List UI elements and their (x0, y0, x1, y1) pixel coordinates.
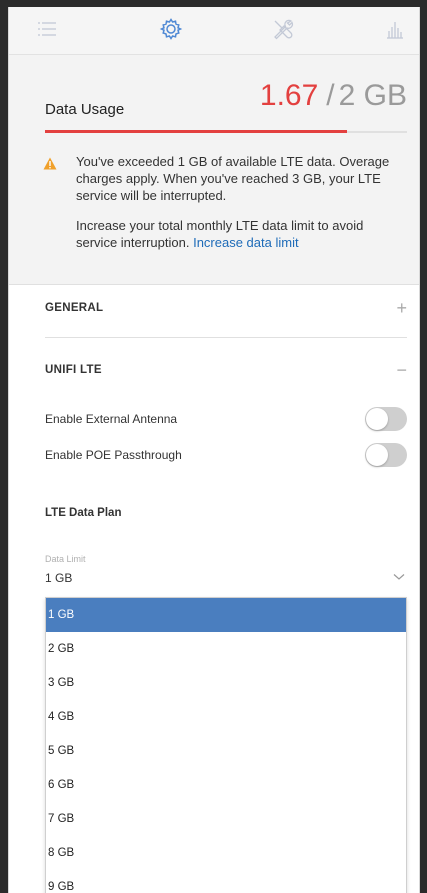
data-usage-bar (45, 130, 407, 133)
warning-icon (43, 157, 57, 170)
poe-passthrough-switch[interactable] (365, 443, 407, 467)
tools-icon (274, 19, 294, 40)
stats-icon (387, 22, 403, 39)
lte-data-plan-title: LTE Data Plan (45, 507, 122, 519)
chevron-down-icon[interactable] (393, 573, 405, 581)
panel-tabs (9, 7, 419, 55)
data-usage-card: Data Usage 1.67/2 GB You've exceeded 1 G… (9, 55, 419, 285)
data-usage-amount: 1.67/2 GB (260, 79, 407, 113)
tab-list[interactable] (31, 13, 63, 45)
tab-statistics[interactable] (379, 13, 411, 45)
data-usage-title: Data Usage (45, 101, 125, 118)
overage-warning-text: You've exceeded 1 GB of available LTE da… (76, 154, 390, 203)
dropdown-option[interactable]: 9 GB (46, 870, 406, 893)
dropdown-option[interactable]: 5 GB (46, 734, 406, 768)
data-limit-select[interactable]: 1 GB (45, 571, 72, 585)
tab-settings[interactable] (155, 13, 187, 45)
increase-data-limit-link[interactable]: Increase data limit (193, 235, 299, 250)
dropdown-option[interactable]: 3 GB (46, 666, 406, 700)
section-divider (45, 337, 407, 338)
poe-passthrough-label: Enable POE Passthrough (45, 448, 182, 462)
properties-panel: Data Usage 1.67/2 GB You've exceeded 1 G… (8, 7, 420, 893)
data-limit-dropdown: 1 GB 2 GB 3 GB 4 GB 5 GB 6 GB 7 GB 8 GB 9 GB (45, 597, 407, 893)
window-right-edge (420, 7, 427, 893)
dropdown-option[interactable]: 4 GB (46, 700, 406, 734)
setting-poe-passthrough: Enable POE Passthrough (45, 441, 407, 469)
expand-general-toggle[interactable]: + (387, 298, 407, 319)
gear-icon (159, 18, 183, 40)
switch-knob (366, 444, 388, 466)
external-antenna-label: Enable External Antenna (45, 412, 178, 426)
data-usage-separator: / (326, 79, 335, 112)
data-limit-label: Data Limit (45, 554, 86, 564)
dropdown-option[interactable]: 7 GB (46, 802, 406, 836)
external-antenna-switch[interactable] (365, 407, 407, 431)
section-general[interactable]: GENERAL + (45, 293, 407, 323)
dropdown-option[interactable]: 2 GB (46, 632, 406, 666)
switch-knob (366, 408, 388, 430)
tab-tools[interactable] (267, 13, 299, 45)
section-unifi-lte[interactable]: UNIFI LTE − (45, 355, 407, 385)
section-unifi-lte-label: UNIFI LTE (45, 364, 102, 376)
dropdown-option[interactable]: 1 GB (46, 598, 406, 632)
setting-external-antenna: Enable External Antenna (45, 405, 407, 433)
dropdown-option[interactable]: 8 GB (46, 836, 406, 870)
data-used-value: 1.67 (259, 79, 319, 112)
window-top-edge (0, 0, 427, 7)
data-usage-bar-fill (45, 130, 348, 133)
section-general-label: GENERAL (45, 302, 104, 314)
data-limit-value: 2 GB (338, 79, 407, 112)
list-icon (38, 22, 56, 36)
limit-advice-text: Increase your total monthly LTE data lim… (76, 217, 408, 251)
collapse-unifi-lte-toggle[interactable]: − (387, 360, 407, 381)
dropdown-option[interactable]: 6 GB (46, 768, 406, 802)
